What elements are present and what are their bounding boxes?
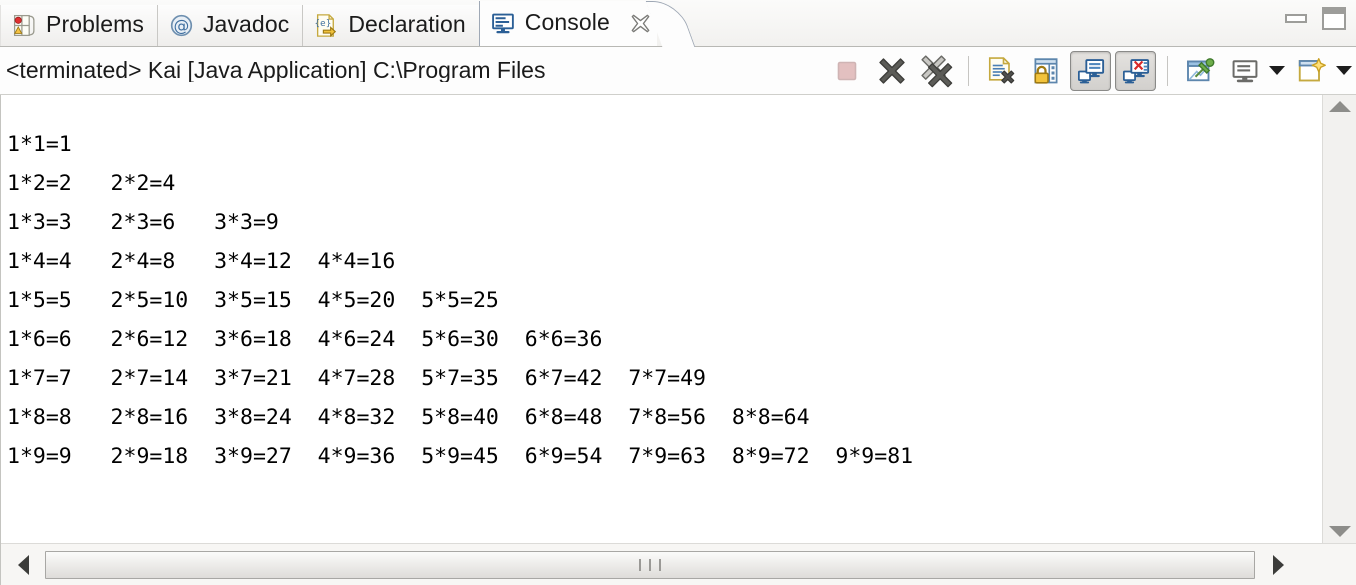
scroll-lock-button[interactable] <box>1025 51 1066 91</box>
tab-problems[interactable]: Problems <box>0 5 158 46</box>
scroll-right-icon[interactable] <box>1273 554 1284 575</box>
vertical-scrollbar[interactable] <box>1322 95 1356 543</box>
tab-console[interactable]: Console <box>478 1 657 46</box>
tab-declaration[interactable]: {e} Declaration <box>303 5 480 46</box>
view-tab-bar: Problems @ Javadoc {e} Declaration Conso… <box>0 0 1356 47</box>
open-console-dropdown[interactable] <box>1334 53 1354 89</box>
toolbar-separator-2 <box>1167 55 1168 86</box>
console-view: Problems @ Javadoc {e} Declaration Conso… <box>0 0 1356 585</box>
open-console-button[interactable] <box>1291 51 1332 91</box>
console-output[interactable]: 1*1=1 1*2=2 2*2=4 1*3=3 2*3=6 3*3=9 1*4=… <box>1 117 1322 522</box>
chevron-down-icon <box>1336 66 1352 75</box>
terminate-button[interactable] <box>826 51 867 91</box>
horizontal-scrollbar-thumb[interactable] <box>45 550 1255 579</box>
clear-console-button[interactable] <box>980 51 1021 91</box>
show-console-on-error-button[interactable] <box>1115 50 1156 91</box>
remove-launch-button[interactable] <box>871 51 912 91</box>
display-selected-console-button[interactable] <box>1224 51 1265 91</box>
view-window-buttons <box>1285 7 1346 30</box>
console-text-area[interactable]: 1*1=1 1*2=2 2*2=4 1*3=3 2*3=6 3*3=9 1*4=… <box>1 95 1356 543</box>
minimize-icon[interactable] <box>1285 14 1307 23</box>
display-selected-console-dropdown[interactable] <box>1267 53 1287 89</box>
chevron-down-icon <box>1269 66 1285 75</box>
scroll-left-icon[interactable] <box>18 554 29 575</box>
scroll-up-icon[interactable] <box>1328 101 1351 112</box>
declaration-icon: {e} <box>314 13 339 38</box>
javadoc-icon: @ <box>169 13 194 38</box>
show-console-on-output-button[interactable] <box>1070 50 1111 91</box>
close-icon[interactable] <box>630 13 651 34</box>
tab-problems-label: Problems <box>46 11 144 37</box>
tab-javadoc-label: Javadoc <box>202 11 290 37</box>
scroll-down-icon[interactable] <box>1328 526 1351 537</box>
tab-javadoc[interactable]: @ Javadoc <box>157 5 304 46</box>
launch-configuration-label: <terminated> Kai [Java Application] C:\P… <box>6 59 546 82</box>
toolbar-buttons <box>824 50 1356 91</box>
console-icon <box>491 11 516 36</box>
tab-declaration-label: Declaration <box>348 11 466 37</box>
horizontal-scrollbar[interactable] <box>1 543 1356 585</box>
tab-console-label: Console <box>524 9 610 35</box>
toolbar-separator-1 <box>968 55 969 86</box>
maximize-icon[interactable] <box>1322 7 1346 30</box>
console-toolbar: <terminated> Kai [Java Application] C:\P… <box>0 47 1356 95</box>
scrollbar-grip-icon <box>639 558 661 571</box>
console-body: 1*1=1 1*2=2 2*2=4 1*3=3 2*3=6 3*3=9 1*4=… <box>0 95 1356 585</box>
svg-text:@: @ <box>174 17 190 35</box>
pin-console-button[interactable] <box>1179 51 1220 91</box>
svg-text:{e}: {e} <box>315 19 332 29</box>
remove-all-terminated-button[interactable] <box>916 51 957 91</box>
problems-icon <box>12 13 37 38</box>
